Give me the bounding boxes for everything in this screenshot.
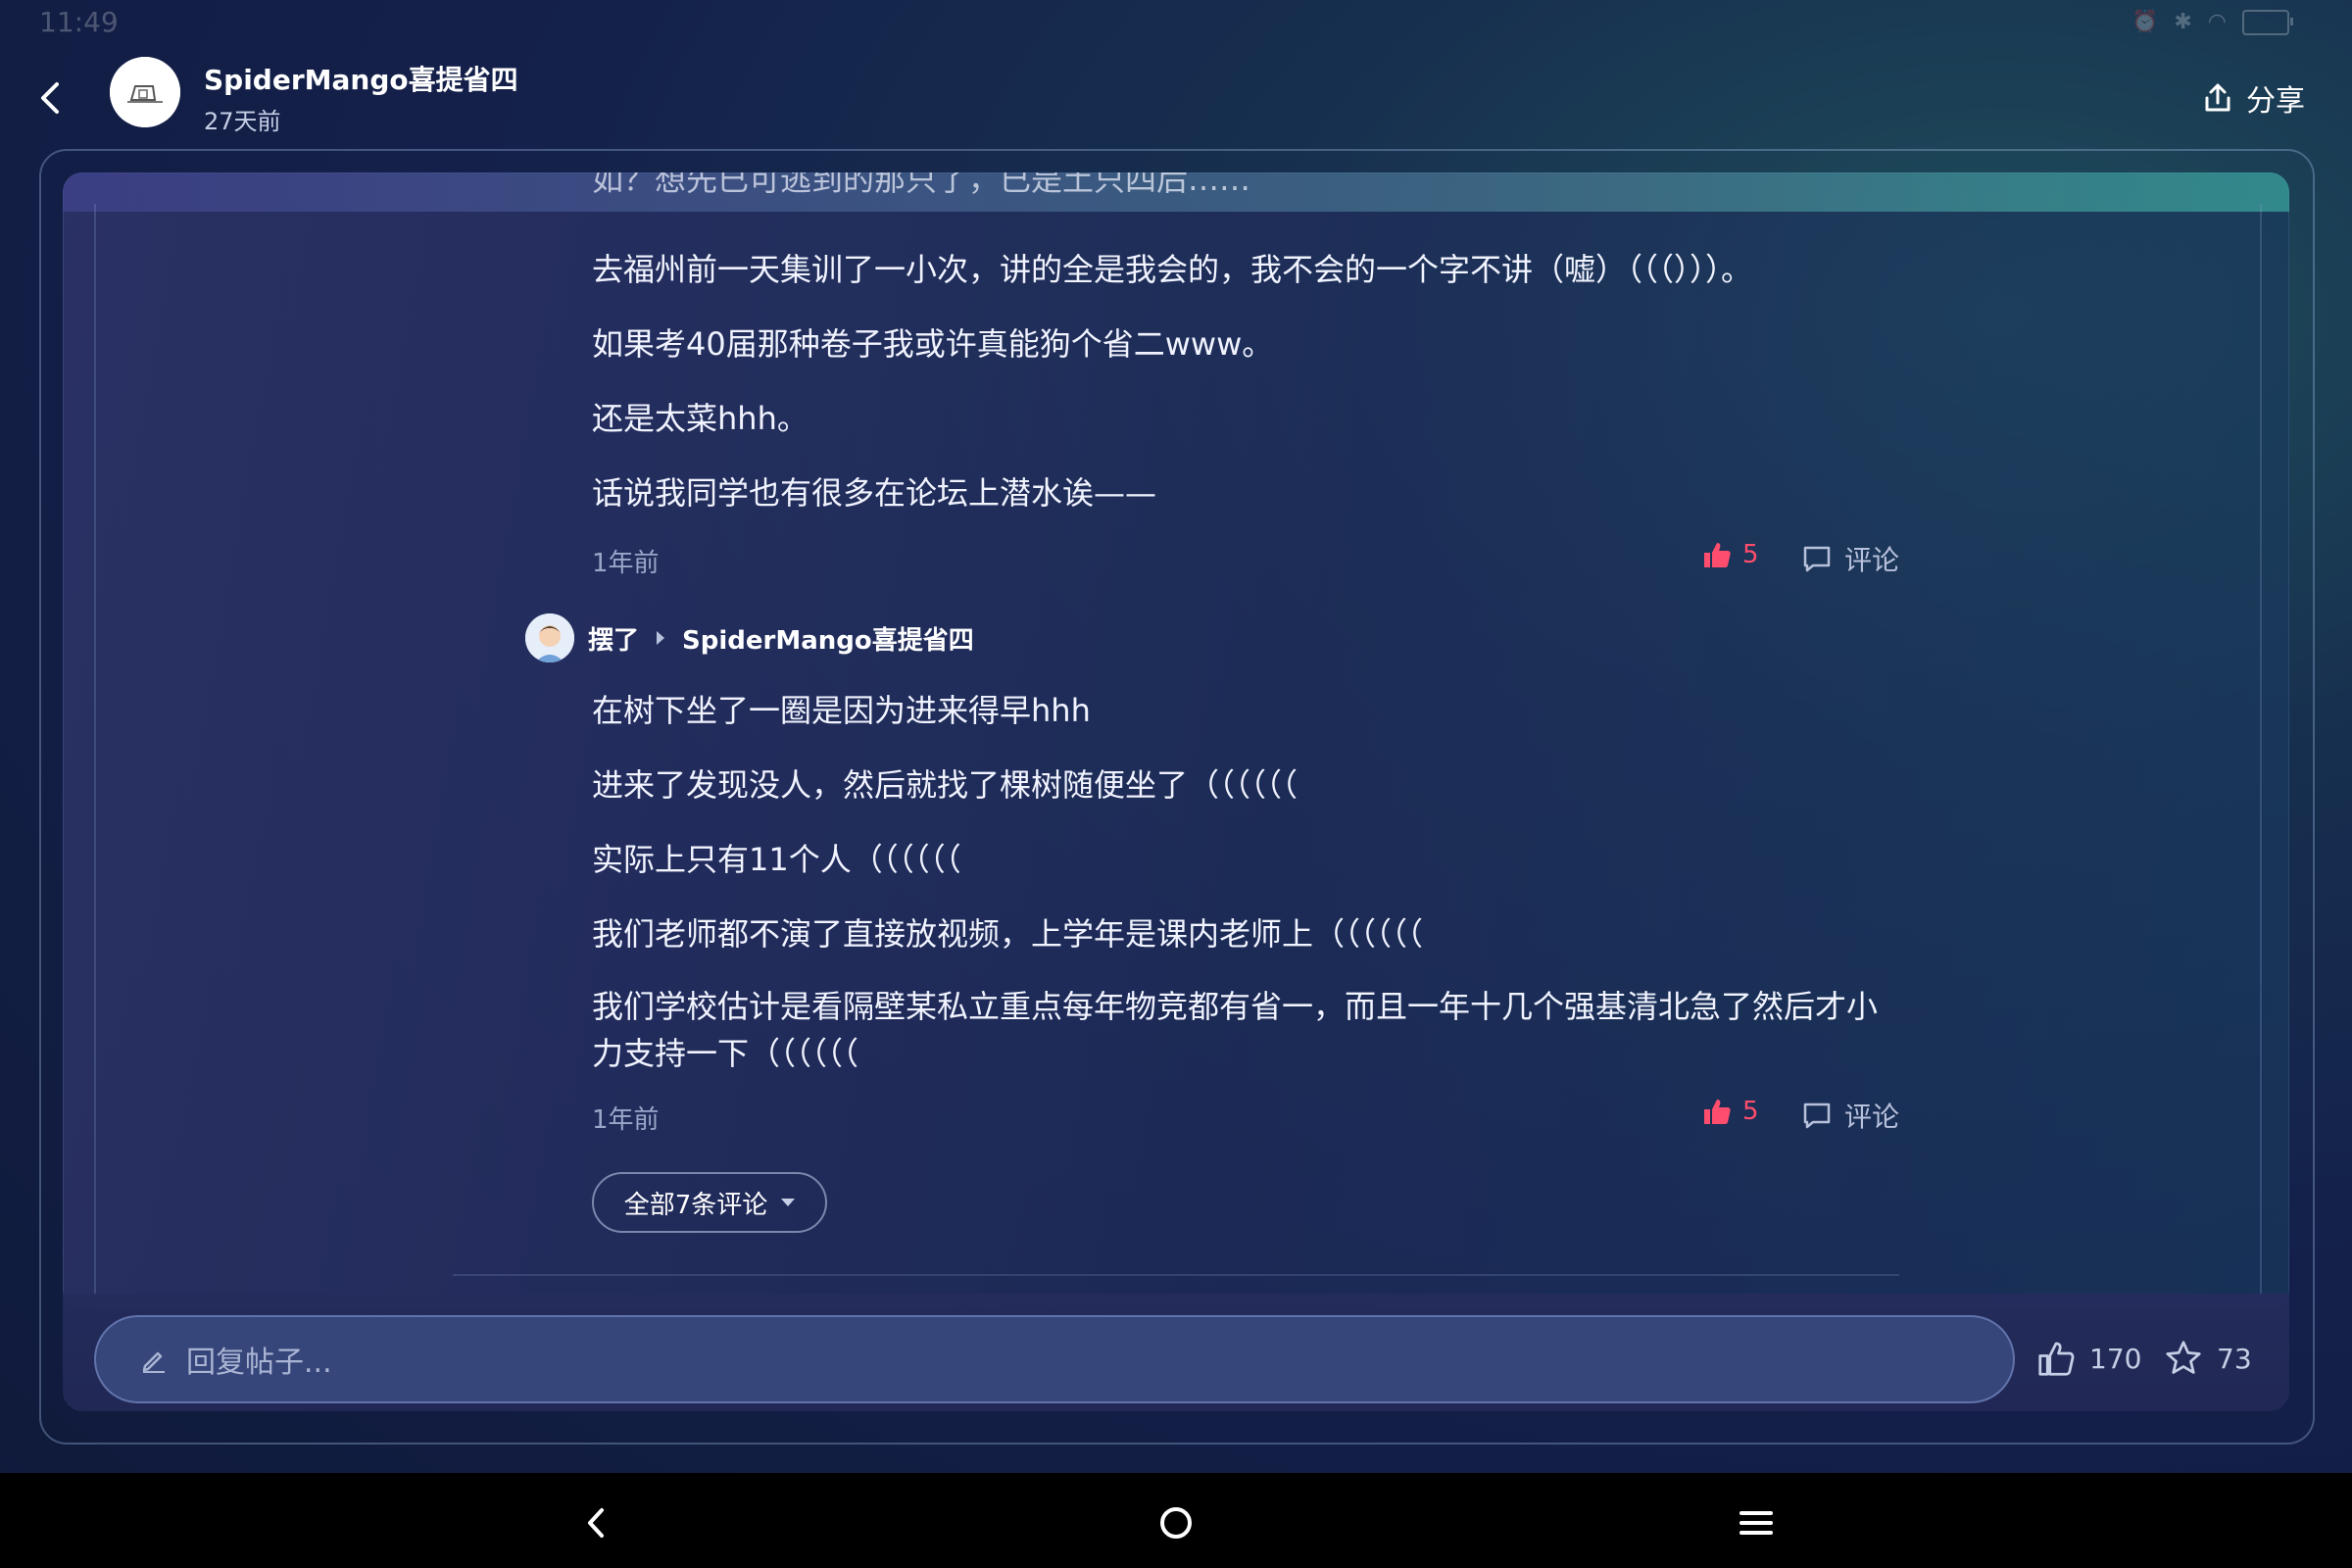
- comment2-line: 进来了发现没人，然后就找了棵树随便坐了（（（（（（: [592, 766, 1298, 804]
- reply-placeholder: 回复帖子...: [186, 1346, 332, 1380]
- comment1-reply-button[interactable]: 评论: [1801, 539, 1899, 578]
- comment2-line: 我们学校估计是看隔壁某私立重点每年物竞都有省一，而且一年十几个强基清北急了然后才…: [592, 988, 1879, 1025]
- comment1-time: 1年前: [592, 549, 660, 578]
- author-avatar-image: [110, 57, 180, 127]
- comment2-username[interactable]: 摆了: [588, 620, 639, 657]
- status-icons: ⏰ ✱ ◠: [2131, 10, 2293, 35]
- pencil-icon: [142, 1351, 165, 1373]
- thumbs-up-icon: [2038, 1342, 2075, 1376]
- bluetooth-icon: ✱: [2174, 10, 2192, 34]
- status-bar: 11:49 ⏰ ✱ ◠: [0, 0, 2352, 47]
- comment2-like-button[interactable]: 5: [1701, 1096, 1759, 1127]
- nav-back-icon[interactable]: [572, 1498, 621, 1547]
- comment-icon: [1803, 1102, 1831, 1129]
- post-favorite-button[interactable]: 73: [2164, 1339, 2252, 1378]
- wifi-icon: ◠: [2207, 10, 2227, 34]
- user-avatar-image: [525, 613, 574, 662]
- comment1-reply-label: 评论: [1844, 544, 1900, 576]
- comment1-line: 如果考40届那种卷子我或许真能狗个省二www。: [592, 325, 1274, 363]
- comment2-line: 力支持一下（（（（（（: [592, 1035, 859, 1072]
- all-comments-button[interactable]: 全部7条评论: [592, 1172, 827, 1233]
- share-button[interactable]: 分享: [2201, 76, 2305, 120]
- back-button[interactable]: [33, 76, 73, 120]
- all-comments-label: 全部7条评论: [623, 1190, 768, 1220]
- chevron-down-icon: [781, 1199, 796, 1206]
- comment2-header: 摆了 SpiderMango喜提省四: [525, 613, 974, 662]
- comment1-line: 还是太菜hhh。: [592, 400, 808, 437]
- post-like-button[interactable]: 170: [2036, 1339, 2141, 1378]
- comment2-line: 我们老师都不演了直接放视频，上学年是课内老师上（（（（（（: [592, 915, 1424, 953]
- author-avatar[interactable]: [110, 57, 180, 127]
- comment2-reply-label: 评论: [1844, 1101, 1900, 1133]
- comment1-line: 去福州前一天集训了一小次，讲的全是我会的，我不会的一个字不讲（嘘）（（（）））。: [592, 251, 1753, 288]
- share-label: 分享: [2246, 84, 2305, 119]
- panel-inner-border: [94, 204, 2262, 1301]
- comment2-like-count: 5: [1742, 1097, 1759, 1126]
- nav-home-icon[interactable]: [1152, 1498, 1200, 1547]
- post-favorite-count: 73: [2217, 1342, 2252, 1375]
- post-like-count: 170: [2089, 1342, 2142, 1375]
- alarm-icon: ⏰: [2131, 10, 2159, 34]
- thumbs-up-filled-icon: [1704, 543, 1731, 567]
- comment2-line: 在树下坐了一圈是因为进来得早hhh: [592, 692, 1091, 729]
- post-time: 27天前: [204, 108, 281, 135]
- comment2-time: 1年前: [592, 1105, 660, 1135]
- divider: [453, 1274, 1899, 1276]
- comment1-like-button[interactable]: 5: [1701, 539, 1759, 570]
- comment2-line: 实际上只有11个人（（（（（（: [592, 841, 961, 878]
- status-time: 11:49: [39, 6, 119, 38]
- comment2-reply-button[interactable]: 评论: [1801, 1096, 1899, 1135]
- comment-icon: [1803, 546, 1831, 572]
- thumbs-up-filled-icon: [1704, 1100, 1731, 1124]
- comment1-like-count: 5: [1742, 540, 1759, 569]
- reply-arrow-icon: [657, 631, 665, 645]
- comment2-reply-to[interactable]: SpiderMango喜提省四: [682, 620, 974, 657]
- reply-input[interactable]: 回复帖子...: [94, 1315, 2015, 1403]
- nav-menu-icon[interactable]: [1732, 1498, 1781, 1547]
- author-name[interactable]: SpiderMango喜提省四: [204, 59, 518, 98]
- battery-icon: [2242, 10, 2293, 35]
- star-icon: [2166, 1341, 2201, 1374]
- comment2-avatar[interactable]: [525, 613, 574, 662]
- comment1-cut-line: 如？想先已可逃到的那只了，已是土只四后……: [592, 172, 1251, 198]
- post-header: SpiderMango喜提省四 27天前 分享: [0, 49, 2352, 147]
- comment1-line: 话说我同学也有很多在论坛上潜水诶——: [592, 474, 1157, 512]
- system-nav-bar: [0, 1473, 2352, 1568]
- share-icon: [2205, 83, 2230, 112]
